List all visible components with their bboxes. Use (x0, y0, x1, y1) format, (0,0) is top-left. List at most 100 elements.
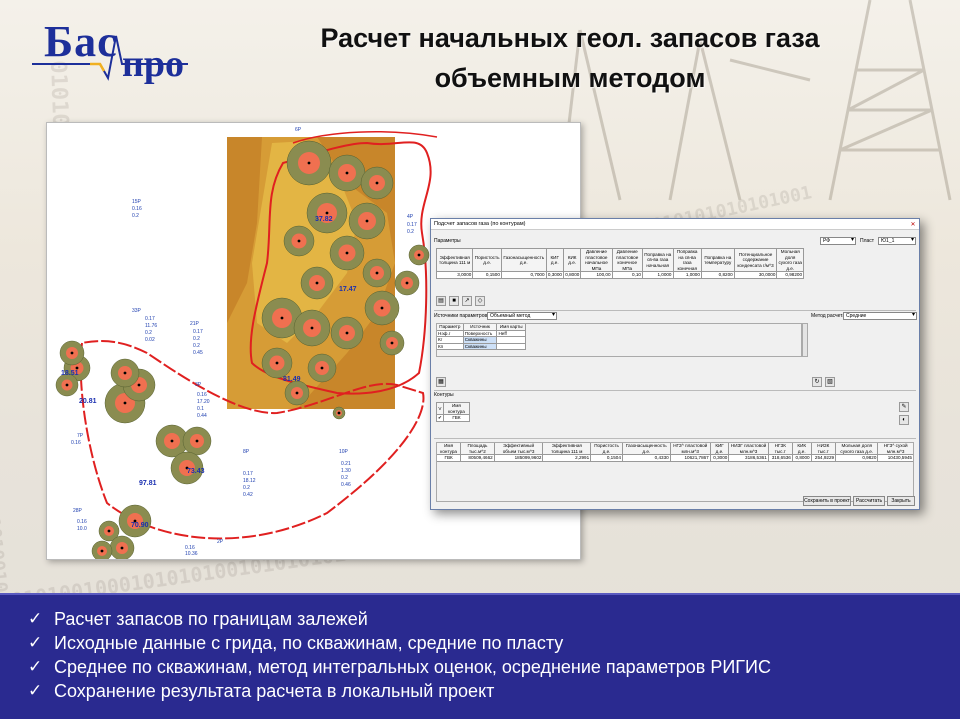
contour-checkbox[interactable]: ✔ (436, 414, 444, 422)
results-cell[interactable]: 3186,5361 (728, 454, 769, 462)
results-cell[interactable]: 10621,7867 (669, 454, 711, 462)
sources-column-header: Параметр (436, 323, 464, 331)
params-cell[interactable]: 0,3000 (545, 271, 564, 279)
well-marker-icon (123, 401, 127, 405)
well-marker-icon (390, 341, 394, 345)
well-value: 17.20 (197, 399, 210, 405)
results-column-header: Мольная доля сухого газа д.е. (835, 442, 879, 455)
close-icon[interactable]: ✕ (907, 221, 919, 228)
well-marker-icon (325, 211, 329, 215)
well-marker-icon (65, 383, 69, 387)
results-column-header: Эффективная толщина 111 м (542, 442, 592, 455)
params-column-header: Пористость д.е. (472, 248, 502, 272)
slide-title-line1: Расчет начальных геол. запасов газа (320, 23, 820, 53)
params-cell[interactable]: 0,7000 (500, 271, 547, 279)
checkmark-icon: ✓ (28, 657, 43, 676)
well-label: 8P (243, 449, 250, 455)
contour-name[interactable]: ГВК (442, 414, 471, 422)
params-column-header: Поправка на св-ва газа начальная (641, 248, 674, 272)
params-cell[interactable]: 1,0000 (641, 271, 674, 279)
erase-icon[interactable]: ◐ (899, 415, 909, 425)
sources-cell[interactable]: Поверхность (462, 329, 498, 337)
params-column-header: Давление пластовое начальное МПа (580, 248, 613, 272)
table-row[interactable]: ✔ ГВК (436, 414, 471, 422)
well-value: 0.2 (193, 336, 200, 342)
results-cell[interactable]: 80509,4662 (460, 454, 495, 462)
well-big-value: 18.51 (61, 370, 79, 377)
map-icon[interactable]: ◇ (475, 296, 485, 306)
save-to-project-button[interactable]: Сохранить в проект (803, 496, 851, 506)
well-marker-icon (375, 181, 379, 185)
params-cell[interactable]: 0,8000 (562, 271, 582, 279)
sources-cell[interactable] (496, 342, 526, 350)
save-icon[interactable]: ■ (449, 296, 459, 306)
results-column-header: Газонасыщенность д.е. (621, 442, 671, 455)
params-label: Параметры (434, 238, 461, 244)
well-value: 0.02 (145, 337, 155, 343)
params-column-header: Поправка на св-ва газа конечная (672, 248, 702, 272)
params-cell[interactable]: 0,10 (611, 271, 643, 279)
layers-icon[interactable]: ▧ (825, 377, 835, 387)
feature-list: ✓ Расчет запасов по границам залежей ✓ Исх… (0, 595, 960, 703)
results-cell[interactable]: 2,2991 (542, 454, 592, 462)
params-cell[interactable]: 0,8200 (700, 271, 735, 279)
open-icon[interactable]: ▤ (436, 296, 446, 306)
params-column-header: Давление пластовое конечное МПа (611, 248, 643, 272)
params-cell[interactable]: 1,0000 (672, 271, 702, 279)
table-row[interactable]: Кп Скважины (436, 342, 526, 350)
sources-label: Источники параметров (434, 313, 488, 319)
results-cell[interactable]: 318,6536 (767, 454, 793, 462)
well-value: 0.46 (341, 482, 351, 488)
params-cell[interactable]: 0,98200 (776, 271, 804, 279)
chart-icon[interactable]: ↗ (462, 296, 472, 306)
feature-item: ✓ Среднее по скважинам, метод интегральны… (28, 655, 960, 679)
results-cell[interactable]: 254,9229 (810, 454, 837, 462)
method-select[interactable]: Средние (843, 312, 917, 320)
well-value: 0.44 (197, 413, 207, 419)
close-button[interactable]: Закрыть (887, 496, 915, 506)
results-cell[interactable]: 0,9820 (835, 454, 879, 462)
print-icon[interactable]: ▦ (436, 377, 446, 387)
params-value-row[interactable]: 3,0000 0,1500 0,7000 0,3000 0,8000 100,00 0,10… (435, 271, 804, 279)
params-cell[interactable]: 3,0000 (435, 271, 474, 279)
well-marker-icon (307, 161, 311, 165)
sources-cell[interactable]: Скважины (462, 342, 498, 350)
well-value: 18.12 (243, 478, 256, 484)
params-column-header: Поправка на температуру (700, 248, 735, 272)
results-cell[interactable]: ГВК (435, 454, 462, 462)
well-value: 0.17 (407, 222, 417, 228)
rb-select[interactable]: РФ (820, 237, 856, 245)
contours-column-header: V (436, 402, 444, 415)
results-cell[interactable]: 0,3000 (709, 454, 730, 462)
well-big-value: 70.90 (131, 522, 149, 529)
refresh-icon[interactable]: ↻ (812, 377, 822, 387)
edit-icon[interactable]: ✎ (899, 402, 909, 412)
results-column-header: КИГ д.е. (709, 442, 730, 455)
results-value-row[interactable]: ГВК 80509,4662 185099,9602 2,2991 0,1504 0,43… (435, 454, 914, 462)
slide-title: Расчет начальных геол. запасов газа объе… (250, 18, 890, 98)
sources-select[interactable]: Объемный метод (487, 312, 557, 320)
sources-cell[interactable]: Кп (436, 342, 464, 350)
results-cell[interactable]: 0,1504 (590, 454, 623, 462)
plast-select[interactable]: Ю1_1 (878, 237, 916, 245)
results-cell[interactable]: 0,8000 (791, 454, 812, 462)
well-value: 0.17 (193, 329, 203, 335)
calculate-button[interactable]: Рассчитать (853, 496, 885, 506)
results-cell[interactable]: 0,4330 (621, 454, 671, 462)
well-value: 11.76 (145, 323, 157, 329)
feature-text: Исходные данные с грида, по скважинам, с… (54, 633, 564, 653)
params-cell[interactable]: 0,1500 (472, 271, 502, 279)
well-value: 0.2 (145, 330, 152, 336)
results-cell[interactable]: 10430,5945 (877, 454, 914, 462)
well-marker-icon (380, 306, 384, 310)
well-marker-icon (280, 316, 284, 320)
well-value: 1.30 (341, 468, 351, 474)
params-cell[interactable]: 100,00 (580, 271, 613, 279)
well-marker-icon (405, 281, 409, 285)
well-marker-icon (345, 171, 349, 175)
sources-scrollbar[interactable] (802, 323, 808, 357)
logo-text-part1: Бас (44, 17, 118, 66)
results-cell[interactable]: 185099,9602 (493, 454, 544, 462)
params-cell[interactable]: 30,0000 (733, 271, 778, 279)
feature-item: ✓ Расчет запасов по границам залежей (28, 607, 960, 631)
